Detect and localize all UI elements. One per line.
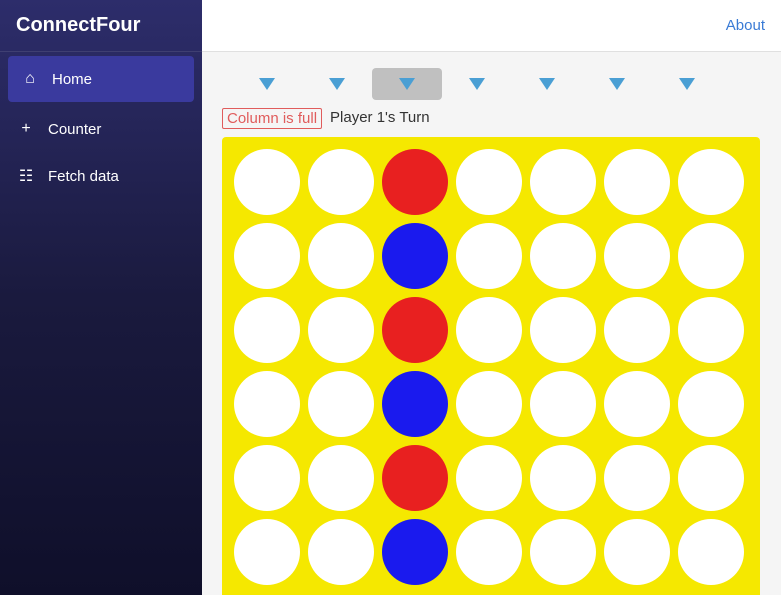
cell-0-3 [456,149,522,215]
cell-5-6 [678,519,744,585]
about-link[interactable]: About [726,17,765,34]
sidebar-item-label-home: Home [52,71,92,88]
cell-3-1 [308,371,374,437]
cell-4-2 [382,445,448,511]
cell-3-6 [678,371,744,437]
cell-4-5 [604,445,670,511]
sidebar-item-counter[interactable]: + Counter [0,106,202,152]
cell-0-6 [678,149,744,215]
cell-3-0 [234,371,300,437]
drop-arrow-icon-4 [539,78,555,90]
cell-2-3 [456,297,522,363]
cell-0-5 [604,149,670,215]
cell-2-0 [234,297,300,363]
app-title: ConnectFour [0,0,202,52]
cell-2-5 [604,297,670,363]
home-icon: ⌂ [20,70,40,88]
main-content: About Column is full Player 1's Turn [202,0,781,595]
cell-4-3 [456,445,522,511]
cell-2-4 [530,297,596,363]
drop-arrow-icon-5 [609,78,625,90]
sidebar-item-label-fetch-data: Fetch data [48,168,119,185]
drop-arrow-icon-3 [469,78,485,90]
drop-button-col-2[interactable] [372,68,442,100]
drop-buttons-row [222,68,761,100]
cell-1-5 [604,223,670,289]
cell-5-0 [234,519,300,585]
drop-button-col-4[interactable] [512,68,582,100]
cell-5-4 [530,519,596,585]
cell-3-3 [456,371,522,437]
content-area: Column is full Player 1's Turn [202,52,781,595]
cell-0-2 [382,149,448,215]
cell-2-1 [308,297,374,363]
drop-button-col-1[interactable] [302,68,372,100]
cell-3-5 [604,371,670,437]
sidebar: ConnectFour ⌂ Home + Counter ☷ Fetch data [0,0,202,595]
turn-text: Player 1's Turn [326,108,434,129]
drop-button-col-6[interactable] [652,68,722,100]
drop-button-col-0[interactable] [232,68,302,100]
cell-3-4 [530,371,596,437]
drop-arrow-icon-6 [679,78,695,90]
cell-5-2 [382,519,448,585]
cell-1-1 [308,223,374,289]
column-full-text: Column is full [222,108,322,129]
cell-5-5 [604,519,670,585]
cell-4-1 [308,445,374,511]
cell-0-4 [530,149,596,215]
drop-button-col-5[interactable] [582,68,652,100]
cell-2-2 [382,297,448,363]
cell-1-2 [382,223,448,289]
nav-items: ⌂ Home + Counter ☷ Fetch data [0,52,202,200]
cell-1-4 [530,223,596,289]
counter-icon: + [16,120,36,138]
topbar: About [202,0,781,52]
cell-4-4 [530,445,596,511]
sidebar-item-label-counter: Counter [48,121,101,138]
cell-4-0 [234,445,300,511]
status-message: Column is full Player 1's Turn [222,108,761,129]
cell-1-6 [678,223,744,289]
fetch-data-icon: ☷ [16,166,36,186]
sidebar-item-home[interactable]: ⌂ Home [8,56,194,102]
cell-3-2 [382,371,448,437]
drop-arrow-icon-0 [259,78,275,90]
cell-5-3 [456,519,522,585]
cell-4-6 [678,445,744,511]
cell-1-3 [456,223,522,289]
cell-0-1 [308,149,374,215]
drop-button-col-3[interactable] [442,68,512,100]
drop-arrow-icon-1 [329,78,345,90]
cell-5-1 [308,519,374,585]
cell-1-0 [234,223,300,289]
drop-arrow-icon-2 [399,78,415,90]
cell-0-0 [234,149,300,215]
cell-2-6 [678,297,744,363]
sidebar-item-fetch-data[interactable]: ☷ Fetch data [0,152,202,200]
game-board [222,137,760,595]
